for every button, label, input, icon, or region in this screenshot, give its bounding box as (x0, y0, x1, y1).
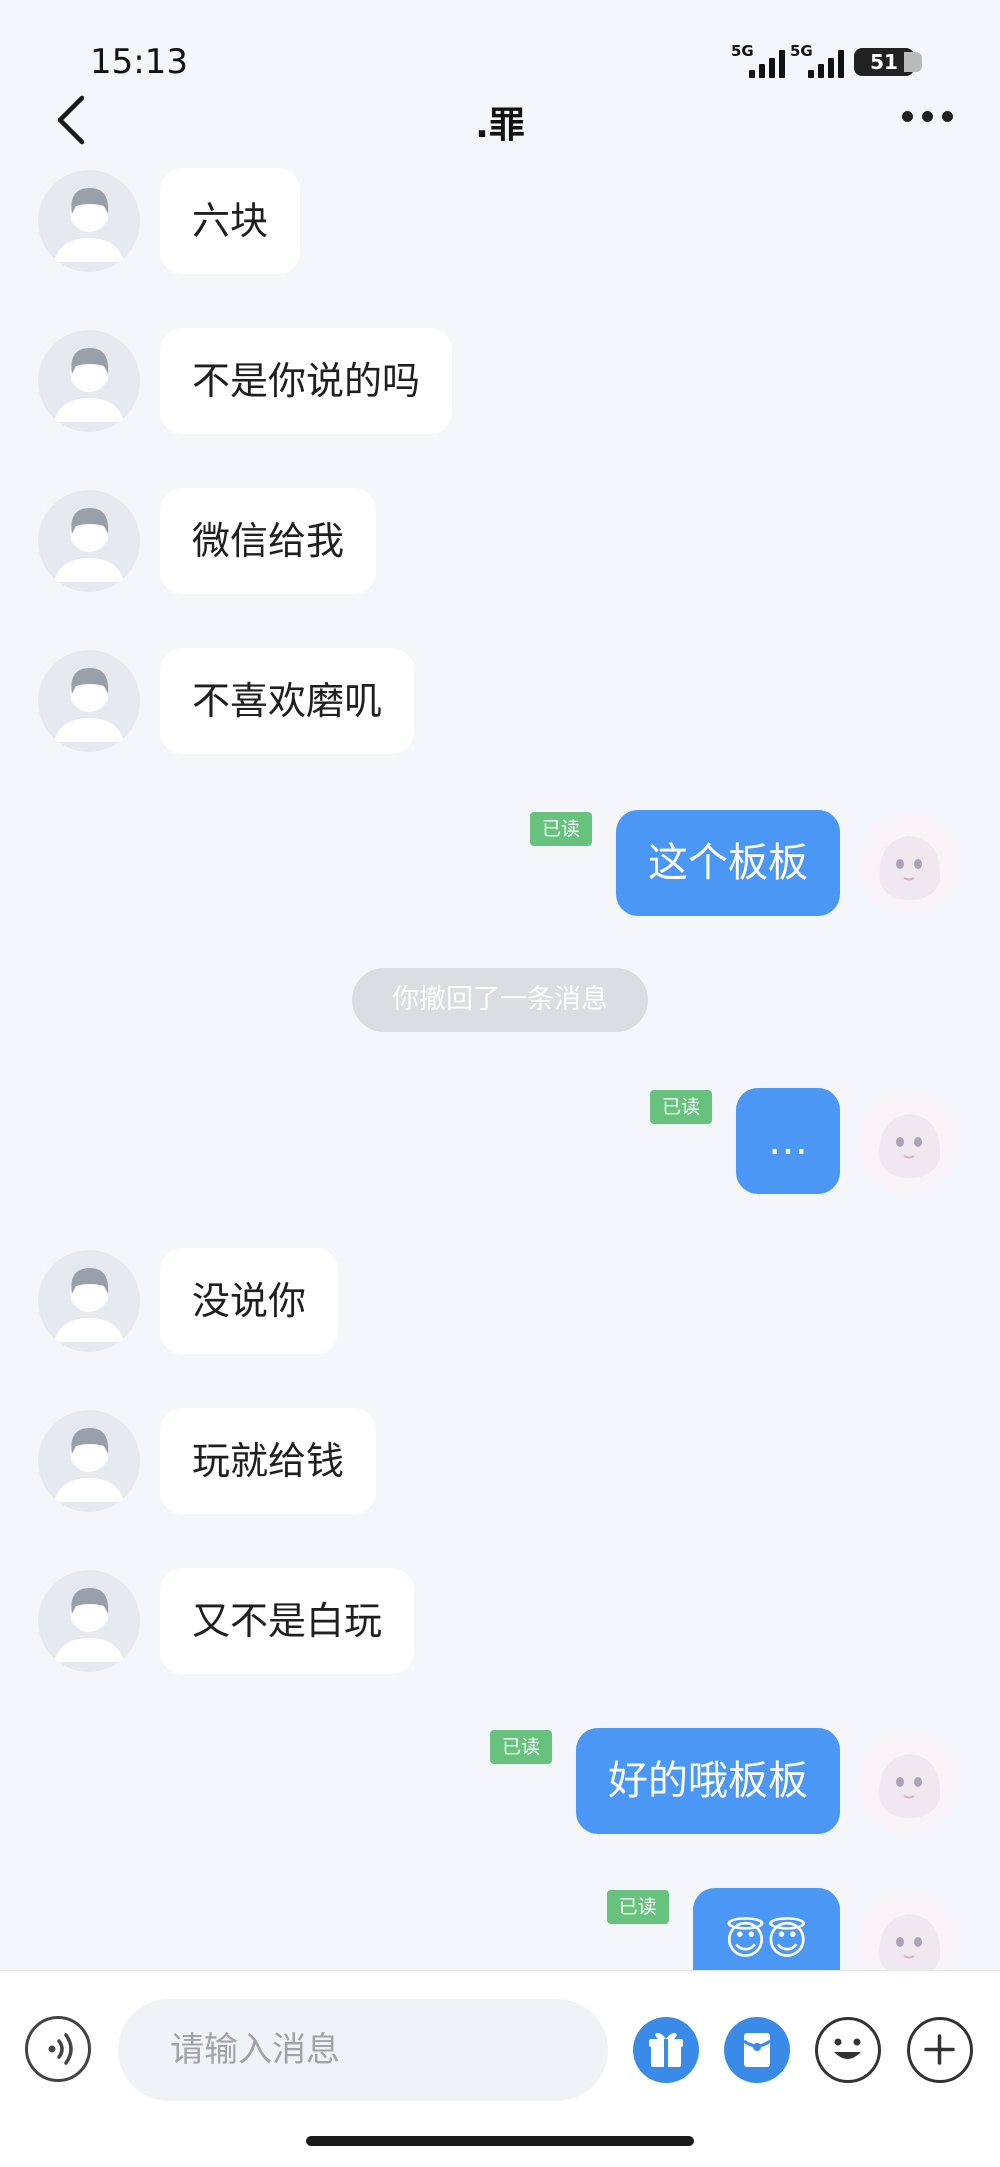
gift-icon (649, 2032, 683, 2067)
emoji-button[interactable] (815, 2017, 881, 2083)
message-bubble[interactable]: 不喜欢磨叽 (160, 648, 415, 754)
message-input[interactable] (118, 1999, 608, 2101)
contact-avatar[interactable] (38, 1410, 140, 1512)
message-bubble[interactable]: 没说你 (160, 1248, 339, 1354)
voice-button[interactable] (25, 2016, 91, 2082)
more-options-button[interactable] (902, 96, 962, 136)
more-dot-icon (922, 110, 933, 122)
my-avatar[interactable] (858, 1730, 960, 1832)
voice-icon (48, 2033, 73, 2065)
more-dot-icon (902, 110, 913, 122)
incoming-message-row: 不是你说的吗 (0, 328, 1000, 434)
gift-button[interactable] (633, 2017, 699, 2083)
incoming-message-row: 不喜欢磨叽 (0, 648, 1000, 754)
incoming-message-row: 又不是白玩 (0, 1568, 1000, 1674)
signal-2-icon: 5G (790, 44, 844, 78)
message-bubble[interactable]: 微信给我 (160, 488, 377, 594)
contact-avatar[interactable] (38, 330, 140, 432)
my-avatar[interactable] (858, 812, 960, 914)
outgoing-message-row: 这个板板 已读 (0, 810, 1000, 916)
read-badge: 已读 (606, 1890, 669, 1924)
red-packet-button[interactable] (724, 2017, 790, 2083)
contact-avatar[interactable] (38, 170, 140, 272)
chat-title: .罪 (475, 105, 525, 146)
battery-level: 51 (870, 50, 898, 74)
system-message: 你撤回了一条消息 (352, 968, 648, 1032)
read-badge: 已读 (529, 812, 592, 846)
message-bubble[interactable]: 六块 (160, 168, 301, 274)
message-bubble[interactable]: … (736, 1088, 840, 1194)
read-badge: 已读 (489, 1730, 552, 1764)
plus-button[interactable] (907, 2017, 973, 2083)
red-packet-icon (743, 2033, 771, 2067)
outgoing-message-row: … 已读 (0, 1088, 1000, 1194)
signal-1-icon: 5G (731, 44, 785, 78)
contact-avatar[interactable] (38, 1250, 140, 1352)
emoji-icon (834, 2038, 861, 2059)
contact-avatar[interactable] (38, 490, 140, 592)
incoming-message-row: 微信给我 (0, 488, 1000, 594)
message-bubble[interactable]: 又不是白玩 (160, 1568, 415, 1674)
read-badge: 已读 (649, 1090, 712, 1124)
status-time: 15:13 (90, 42, 188, 82)
outgoing-message-row: 好的哦板板 已读 (0, 1728, 1000, 1834)
home-indicator (306, 2136, 694, 2146)
message-bubble[interactable]: 玩就给钱 (160, 1408, 377, 1514)
message-bubble[interactable]: 好的哦板板 (576, 1728, 840, 1834)
incoming-message-row: 没说你 (0, 1248, 1000, 1354)
contact-avatar[interactable] (38, 650, 140, 752)
incoming-message-row: 玩就给钱 (0, 1408, 1000, 1514)
message-bubble[interactable]: 这个板板 (616, 810, 840, 916)
plus-icon (924, 2034, 955, 2065)
message-bubble[interactable]: 不是你说的吗 (160, 328, 453, 434)
contact-avatar[interactable] (38, 1570, 140, 1672)
my-avatar[interactable] (858, 1090, 960, 1192)
battery-icon: 51 (854, 48, 922, 76)
more-dot-icon (942, 110, 953, 122)
incoming-message-row: 六块 (0, 168, 1000, 274)
